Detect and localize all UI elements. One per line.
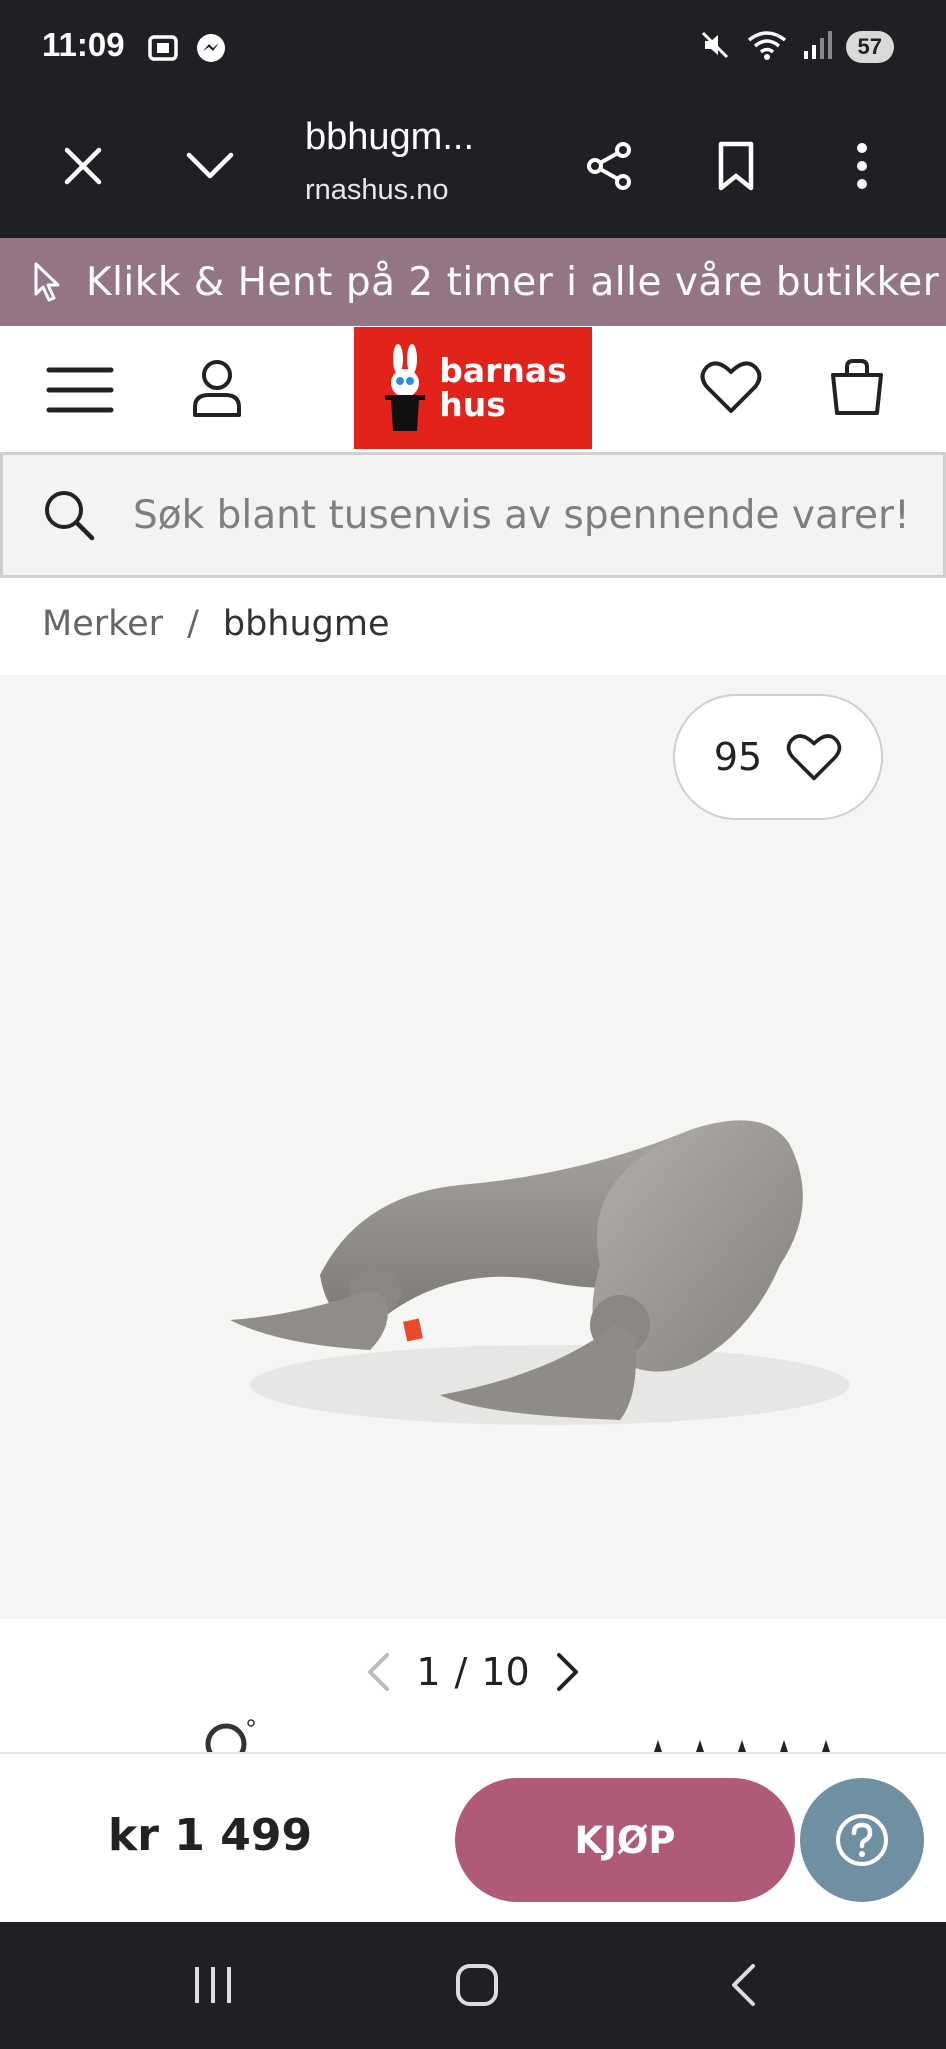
recent-apps-button[interactable] xyxy=(173,1952,253,2018)
signal-icon xyxy=(802,29,832,65)
more-icon xyxy=(857,143,867,189)
battery-icon: 57 xyxy=(845,31,894,63)
next-image-button[interactable] xyxy=(544,1644,592,1700)
brand-logo-icon xyxy=(205,1719,255,1752)
home-button[interactable] xyxy=(437,1952,517,2018)
promo-banner[interactable]: Klikk & Hent på 2 timer i alle våre buti… xyxy=(0,238,946,326)
rabbit-hat-logo-icon xyxy=(385,344,426,431)
hamburger-icon xyxy=(46,367,114,413)
question-icon xyxy=(836,1814,888,1866)
like-button[interactable]: 95 xyxy=(673,694,883,820)
collapse-button[interactable] xyxy=(175,131,245,201)
system-navigation-bar xyxy=(0,1922,946,2049)
mute-icon xyxy=(698,28,732,66)
site-logo[interactable]: barnas hus xyxy=(354,327,592,449)
cart-button[interactable] xyxy=(826,352,888,422)
buy-button[interactable]: KJØP xyxy=(455,1778,795,1902)
browser-toolbar: bbhugm... rnashus.no xyxy=(0,96,946,238)
share-icon xyxy=(587,142,631,190)
pager-separator: / xyxy=(454,1650,468,1694)
status-bar: 11:09 57 xyxy=(0,0,946,96)
back-icon xyxy=(732,1964,755,2006)
browser-page-title[interactable]: bbhugm... xyxy=(305,116,474,159)
more-button[interactable] xyxy=(827,131,897,201)
pager-total: 10 xyxy=(481,1650,530,1694)
logo-text: barnas hus xyxy=(439,354,567,422)
promo-text: Klikk & Hent på 2 timer i alle våre buti… xyxy=(86,259,940,305)
breadcrumb-current[interactable]: bbhugme xyxy=(223,604,390,644)
heart-icon xyxy=(700,361,762,413)
status-right-icons: 57 xyxy=(698,28,894,66)
home-icon xyxy=(456,1964,498,2006)
back-button[interactable] xyxy=(703,1952,783,2018)
user-icon xyxy=(193,360,241,417)
previous-image-button[interactable] xyxy=(354,1644,402,1700)
menu-button[interactable] xyxy=(44,360,116,420)
close-icon xyxy=(64,147,102,185)
recent-apps-icon xyxy=(195,1967,231,2003)
wishlist-button[interactable] xyxy=(698,354,764,420)
cursor-icon xyxy=(32,261,62,303)
product-image-carousel[interactable]: 95 xyxy=(0,675,946,1619)
content-peek xyxy=(0,1708,946,1752)
logo-line-1: barnas xyxy=(439,351,567,390)
status-time: 11:09 xyxy=(42,26,125,63)
product-photo-pillow xyxy=(230,1120,850,1425)
logo-line-2: hus xyxy=(439,385,506,424)
buy-bar: kr 1 499 KJØP xyxy=(0,1752,946,1922)
rating-stars-icon xyxy=(654,1740,830,1752)
messenger-icon xyxy=(193,30,229,70)
breadcrumb: Merker / bbhugme xyxy=(42,604,390,644)
close-button[interactable] xyxy=(48,131,118,201)
help-button[interactable] xyxy=(800,1778,924,1902)
bookmark-button[interactable] xyxy=(701,131,771,201)
image-pager: 1 / 10 xyxy=(0,1640,946,1704)
breadcrumb-separator: / xyxy=(187,604,199,644)
pager-current: 1 xyxy=(416,1650,441,1694)
chevron-down-icon xyxy=(186,152,234,179)
share-button[interactable] xyxy=(574,131,644,201)
chevron-left-icon xyxy=(368,1653,390,1691)
shopping-bag-icon xyxy=(831,359,883,415)
account-button[interactable] xyxy=(186,350,248,426)
wifi-icon xyxy=(746,28,788,66)
breadcrumb-link-merker[interactable]: Merker xyxy=(42,604,163,644)
like-count: 95 xyxy=(713,735,763,779)
product-price: kr 1 499 xyxy=(108,1810,313,1861)
bookmark-icon xyxy=(718,141,754,191)
browser-url[interactable]: rnashus.no xyxy=(305,174,449,207)
search-input[interactable] xyxy=(133,492,933,538)
site-header: barnas hus xyxy=(0,326,946,450)
heart-icon xyxy=(786,734,842,781)
search-icon xyxy=(41,487,97,543)
status-left-icons xyxy=(145,30,229,70)
search-bar[interactable] xyxy=(0,452,946,578)
screenshot-icon xyxy=(145,30,181,70)
chevron-right-icon xyxy=(556,1653,578,1691)
